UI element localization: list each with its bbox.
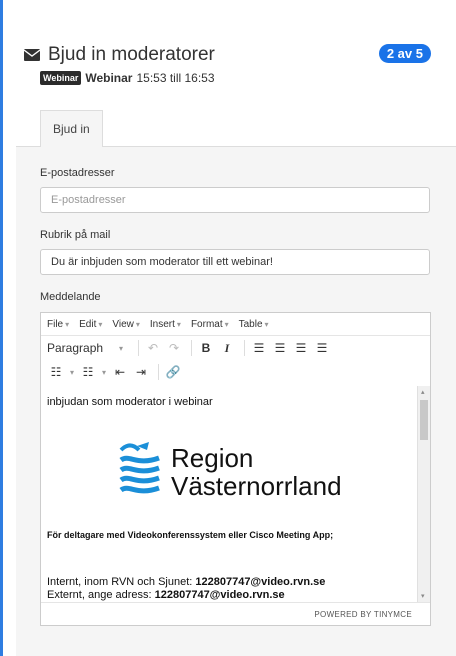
align-left-icon[interactable]: ☰ xyxy=(250,338,268,358)
scrollbar-thumb[interactable] xyxy=(420,400,428,440)
italic-icon[interactable]: I xyxy=(218,338,236,358)
internal-line: Internt, inom RVN och Sjunet: 122807747@… xyxy=(47,576,326,588)
webinar-tag: Webinar xyxy=(40,71,82,85)
menu-format[interactable]: Format ▾ xyxy=(191,319,229,330)
menu-edit[interactable]: Edit ▾ xyxy=(79,319,102,330)
event-time: 15:53 till 16:53 xyxy=(136,71,215,85)
emails-placeholder: E-postadresser xyxy=(51,194,126,206)
indent-icon[interactable]: ⇥ xyxy=(132,362,150,382)
mail-icon xyxy=(24,49,40,61)
event-name: Webinar xyxy=(85,71,133,85)
align-right-icon[interactable]: ☰ xyxy=(292,338,310,358)
outdent-icon[interactable]: ⇤ xyxy=(111,362,129,382)
numbered-list-icon[interactable]: ☷ xyxy=(79,362,97,382)
tab-bjud-in[interactable]: Bjud in xyxy=(40,110,103,148)
editor-scrollbar[interactable]: ▴ ▾ xyxy=(417,386,430,602)
menu-table[interactable]: Table ▾ xyxy=(239,319,269,330)
subject-value: Du är inbjuden som moderator till ett we… xyxy=(51,256,273,268)
chevron-down-icon[interactable]: ▾ xyxy=(112,338,130,358)
align-center-icon[interactable]: ☰ xyxy=(271,338,289,358)
editor-content[interactable]: inbjudan som moderator i webinar Region … xyxy=(41,386,419,602)
powered-by-label[interactable]: POWERED BY TINYMCE xyxy=(314,610,412,619)
link-icon[interactable]: 🔗 xyxy=(164,362,182,382)
undo-icon[interactable]: ↶ xyxy=(144,338,162,358)
menu-file[interactable]: File ▾ xyxy=(47,319,69,330)
subject-input[interactable]: Du är inbjuden som moderator till ett we… xyxy=(40,249,430,275)
region-logo-text: Region Västernorrland xyxy=(171,444,342,500)
menu-insert[interactable]: Insert ▾ xyxy=(150,319,181,330)
emails-label: E-postadresser xyxy=(40,167,115,179)
region-logo-icon xyxy=(119,442,160,494)
redo-icon[interactable]: ↷ xyxy=(165,338,183,358)
block-format-select[interactable]: Paragraph xyxy=(47,338,109,358)
bullet-list-icon[interactable]: ☷ xyxy=(47,362,65,382)
editor-menubar: File ▾ Edit ▾ View ▾ Insert ▾ Format ▾ Table ▾ xyxy=(41,313,430,336)
scroll-up-icon[interactable]: ▴ xyxy=(421,388,425,396)
message-label: Meddelande xyxy=(40,291,101,303)
emails-input[interactable]: E-postadresser xyxy=(40,187,430,213)
align-justify-icon[interactable]: ☰ xyxy=(313,338,331,358)
logo-line-2: Västernorrland xyxy=(171,471,342,501)
step-badge: 2 av 5 xyxy=(378,44,431,63)
tab-bar: Bjud in xyxy=(16,110,456,148)
participants-heading: För deltagare med Videokonferenssystem e… xyxy=(47,530,334,540)
editor-toolbar-row-1: Paragraph ▾ ↶ ↷ B I ☰ ☰ ☰ ☰ xyxy=(41,336,430,360)
editor-toolbar-row-2: ☷ ▾ ☷ ▾ ⇤ ⇥ 🔗 xyxy=(41,360,430,384)
external-line: Externt, ange adress: 122807747@video.rv… xyxy=(47,589,285,601)
title-row: Bjud in moderatorer xyxy=(24,44,215,66)
scroll-down-icon[interactable]: ▾ xyxy=(421,592,425,600)
form-panel: E-postadresser E-postadresser Rubrik på … xyxy=(16,147,456,656)
intro-text: inbjudan som moderator i webinar xyxy=(47,396,213,408)
page-title: Bjud in moderatorer xyxy=(48,44,215,65)
bold-icon[interactable]: B xyxy=(197,338,215,358)
editor-footer: POWERED BY TINYMCE xyxy=(41,602,430,625)
chevron-down-icon[interactable]: ▾ xyxy=(68,362,76,382)
menu-view[interactable]: View ▾ xyxy=(112,319,140,330)
external-address: 122807747@video.rvn.se xyxy=(154,589,285,601)
logo-line-1: Region xyxy=(171,443,254,473)
rich-text-editor: File ▾ Edit ▾ View ▾ Insert ▾ Format ▾ Table ▾… xyxy=(40,312,431,626)
left-accent-bar xyxy=(0,0,3,656)
event-info: Webinar Webinar 15:53 till 16:53 xyxy=(40,71,215,85)
chevron-down-icon[interactable]: ▾ xyxy=(100,362,108,382)
subject-label: Rubrik på mail xyxy=(40,229,111,241)
internal-address: 122807747@video.rvn.se xyxy=(195,576,326,588)
